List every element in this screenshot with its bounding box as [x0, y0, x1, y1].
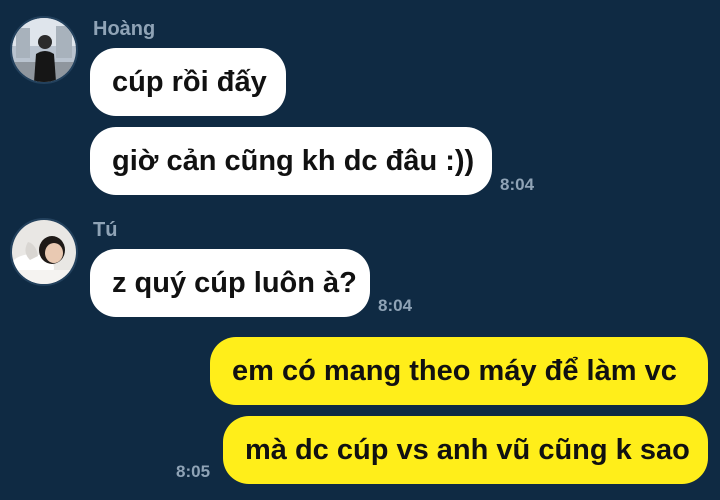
message-bubble[interactable]: giờ cản cũng kh dc đâu :)): [90, 127, 492, 195]
user-avatar-photo-icon: [12, 220, 76, 284]
sender-name-tu: Tú: [93, 219, 118, 241]
user-avatar-photo-icon: [12, 18, 76, 82]
sender-avatar-tu[interactable]: [10, 218, 78, 286]
sender-avatar-hoang[interactable]: [10, 16, 78, 84]
message-timestamp: 8:04: [378, 296, 413, 315]
message-timestamp: 8:04: [500, 175, 535, 194]
message-bubble-outgoing[interactable]: mà dc cúp vs anh vũ cũng k sao: [223, 416, 708, 484]
message-timestamp: 8:05: [176, 462, 211, 481]
message-bubble-outgoing[interactable]: em có mang theo máy để làm vc: [210, 337, 708, 405]
sender-name-hoang: Hoàng: [93, 18, 156, 40]
message-bubble[interactable]: z quý cúp luôn à?: [90, 249, 370, 317]
message-bubble[interactable]: cúp rồi đấy: [90, 48, 286, 116]
